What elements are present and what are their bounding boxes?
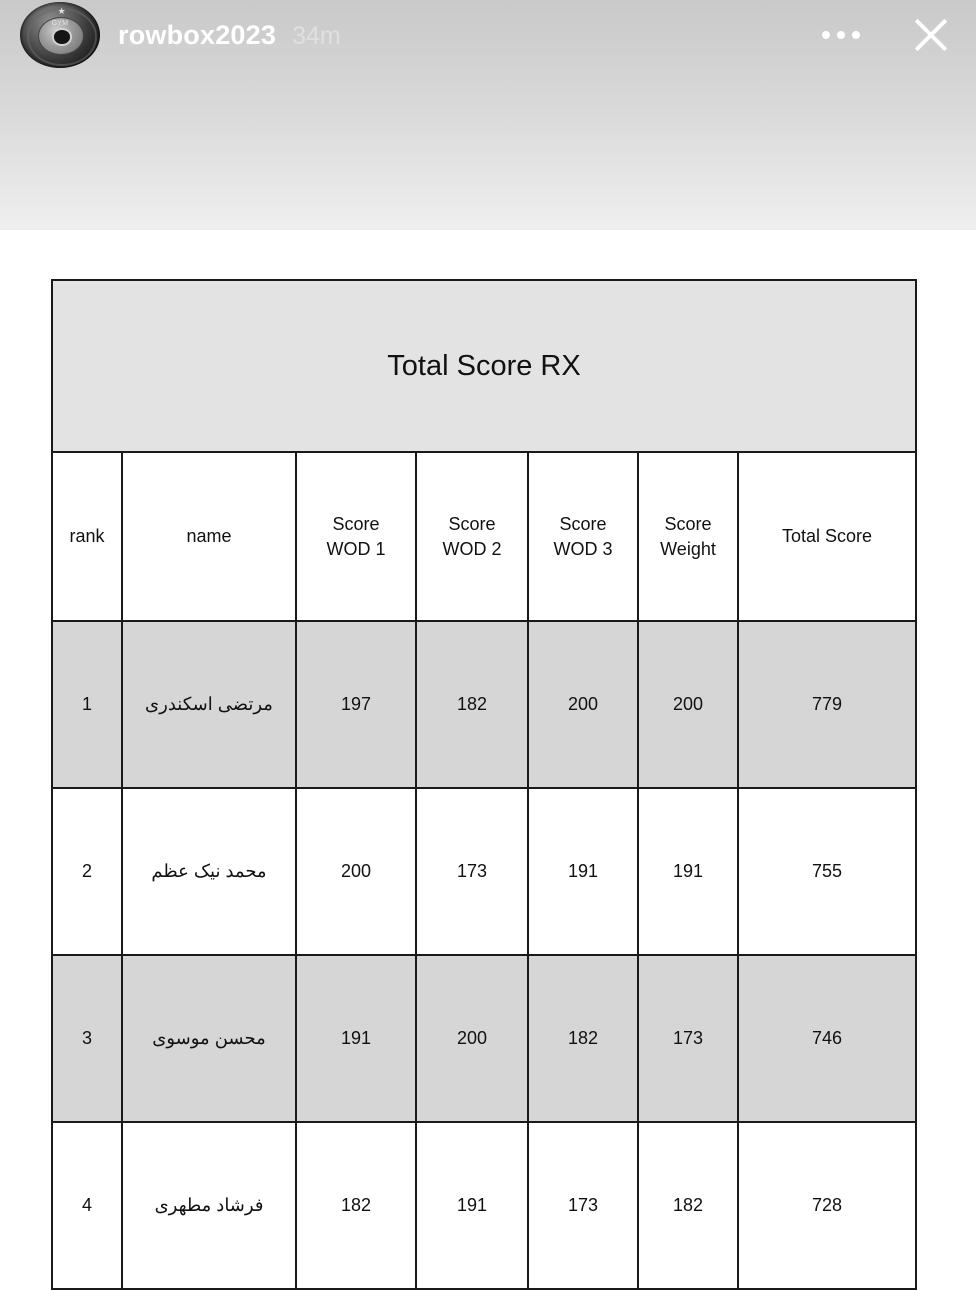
cell-score-wod3: 200	[527, 620, 639, 789]
story-meta: rowbox2023 34m	[118, 20, 341, 51]
avatar-hub	[52, 28, 72, 46]
cell-name: فرشاد مطهری	[121, 1121, 297, 1290]
weight-plate-logo-icon: ★ GYM	[20, 2, 100, 68]
cell-rank: 3	[51, 954, 123, 1123]
cell-score-wod1: 191	[295, 954, 417, 1123]
column-header-score-wod3-line1: Score	[559, 514, 607, 535]
avatar[interactable]: ★ GYM	[18, 2, 104, 68]
table-header-row: rank name Score WOD 1 Score WOD 2 Score …	[51, 451, 917, 622]
username-label[interactable]: rowbox2023	[118, 20, 276, 51]
cell-score-wod2: 191	[415, 1121, 529, 1290]
column-header-score-wod1: Score WOD 1	[295, 451, 417, 622]
column-header-score-wod3: Score WOD 3	[527, 451, 639, 622]
cell-score-wod2: 182	[415, 620, 529, 789]
column-header-score-wod1-line2: WOD 1	[326, 538, 386, 559]
column-header-score-wod3-line2: WOD 3	[553, 538, 613, 559]
table-title-row: Total Score RX	[51, 279, 917, 453]
cell-score-wod1: 182	[295, 1121, 417, 1290]
page-title: Total Score RX	[51, 279, 917, 453]
column-header-score-wod2: Score WOD 2	[415, 451, 529, 622]
cell-score-weight: 191	[637, 787, 739, 956]
cell-rank: 2	[51, 787, 123, 956]
cell-score-wod3: 173	[527, 1121, 639, 1290]
cell-total-score: 728	[737, 1121, 917, 1290]
cell-score-wod3: 182	[527, 954, 639, 1123]
column-header-total-score: Total Score	[737, 451, 917, 622]
more-dot-2	[837, 31, 845, 39]
column-header-score-wod1-line1: Score	[332, 514, 380, 535]
score-table: Total Score RX rank name Score WOD 1 Sco…	[51, 279, 917, 1290]
column-header-score-weight-line2: Weight	[660, 538, 716, 559]
cell-score-weight: 200	[637, 620, 739, 789]
cell-score-wod2: 200	[415, 954, 529, 1123]
cell-name: مرتضی اسکندری	[121, 620, 297, 789]
cell-name: محمد نیک عظم	[121, 787, 297, 956]
timestamp-label: 34m	[292, 21, 341, 50]
cell-rank: 4	[51, 1121, 123, 1290]
cell-score-wod1: 197	[295, 620, 417, 789]
cell-score-wod2: 173	[415, 787, 529, 956]
column-header-score-weight-line1: Score	[664, 514, 712, 535]
column-header-name: name	[121, 451, 297, 622]
cell-name: محسن موسوی	[121, 954, 297, 1123]
cell-score-weight: 182	[637, 1121, 739, 1290]
cell-rank: 1	[51, 620, 123, 789]
table-row: 1 مرتضی اسکندری 197 182 200 200 779	[51, 620, 917, 789]
more-dot-3	[852, 31, 860, 39]
cell-score-wod1: 200	[295, 787, 417, 956]
close-icon[interactable]	[908, 12, 954, 58]
avatar-label: GYM	[51, 20, 69, 28]
cell-total-score: 779	[737, 620, 917, 789]
cell-score-wod3: 191	[527, 787, 639, 956]
cell-score-weight: 173	[637, 954, 739, 1123]
table-row: 4 فرشاد مطهری 182 191 173 182 728	[51, 1121, 917, 1290]
story-header-actions	[822, 12, 976, 58]
column-header-rank: rank	[51, 451, 123, 622]
column-header-score-wod2-line2: WOD 2	[442, 538, 502, 559]
story-header-bar: ★ GYM rowbox2023 34m	[0, 0, 976, 70]
more-dot-1	[822, 31, 830, 39]
column-header-score-wod2-line1: Score	[448, 514, 496, 535]
table-row: 3 محسن موسوی 191 200 182 173 746	[51, 954, 917, 1123]
cell-total-score: 746	[737, 954, 917, 1123]
more-options-icon[interactable]	[822, 31, 860, 39]
table-row: 2 محمد نیک عظم 200 173 191 191 755	[51, 787, 917, 956]
cell-total-score: 755	[737, 787, 917, 956]
column-header-score-weight: Score Weight	[637, 451, 739, 622]
